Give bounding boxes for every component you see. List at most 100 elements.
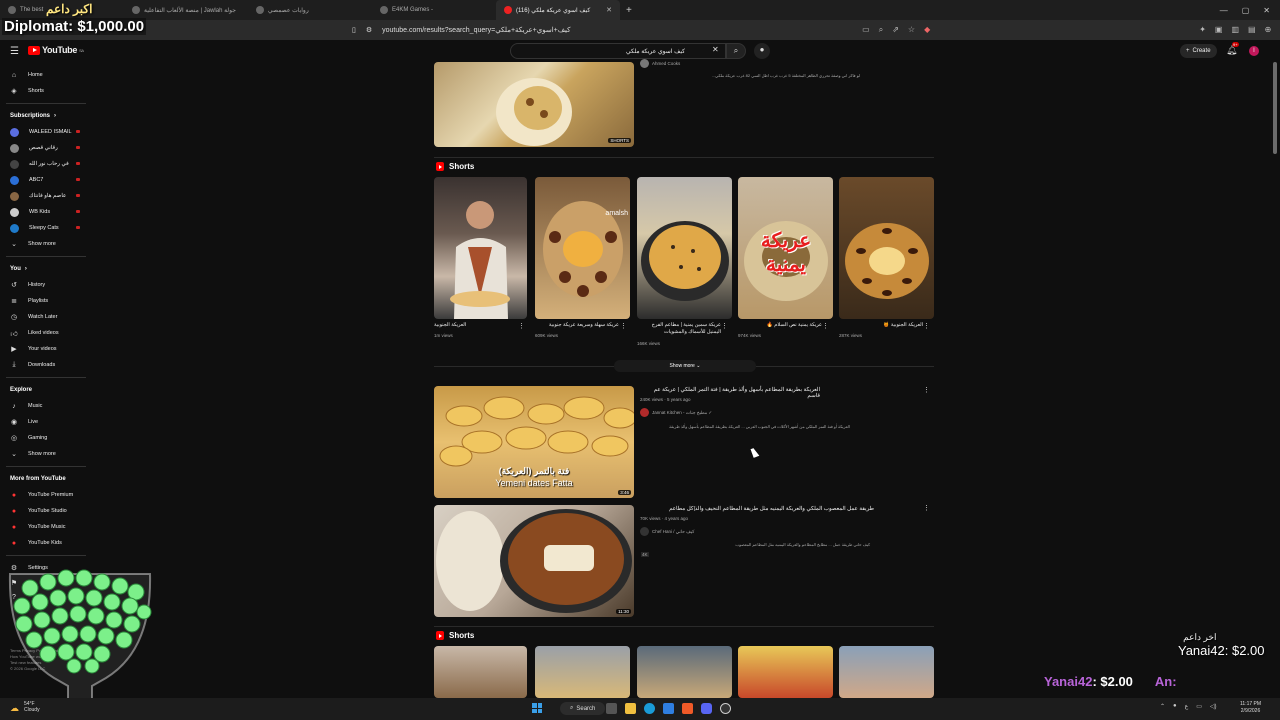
- hamburger-menu-icon[interactable]: ☰: [10, 46, 19, 57]
- sidebar-item-watch-later[interactable]: ◷ Watch Later: [0, 309, 92, 325]
- close-tab-icon[interactable]: ✕: [606, 6, 612, 14]
- sidebar-show-more[interactable]: ⌄ Show more: [0, 236, 92, 252]
- taskbar-clock[interactable]: 11:17 PM 2/9/2026: [1240, 701, 1261, 715]
- short-thumbnail[interactable]: [637, 177, 732, 319]
- sidebar-item-shorts[interactable]: ◈ Shorts: [0, 83, 92, 99]
- search-button[interactable]: ⌕: [726, 43, 746, 59]
- close-window-icon[interactable]: ✕: [1263, 6, 1270, 15]
- discord-icon[interactable]: [701, 703, 712, 714]
- language-icon[interactable]: ع: [1185, 703, 1189, 710]
- more-options-icon[interactable]: ⋮: [923, 386, 930, 394]
- short-thumbnail[interactable]: [535, 646, 630, 698]
- new-tab-button[interactable]: +: [620, 5, 638, 16]
- channel-avatar[interactable]: [640, 527, 649, 536]
- sidebar-item-subscription[interactable]: رقاني قصص: [0, 140, 92, 156]
- sidebar-item-your-videos[interactable]: ▶ Your videos: [0, 341, 92, 357]
- short-thumbnail[interactable]: [839, 646, 934, 698]
- sidebar-item-youtube-music[interactable]: ● YouTube Music: [0, 519, 92, 535]
- url-field[interactable]: youtube.com/results?search_query=كيف+اسو…: [382, 26, 852, 34]
- more-options-icon[interactable]: ⋮: [923, 504, 930, 512]
- channel-avatar[interactable]: [640, 59, 649, 68]
- task-view-icon[interactable]: [606, 703, 617, 714]
- show-more-button[interactable]: Show more ⌄: [614, 360, 756, 372]
- more-options-icon[interactable]: ⋮: [923, 322, 930, 330]
- short-thumbnail[interactable]: [434, 177, 527, 319]
- short-thumbnail[interactable]: [839, 177, 934, 319]
- search-input[interactable]: كيف اسوي عريكة ملكي: [510, 43, 726, 59]
- create-button[interactable]: + Create: [1180, 44, 1217, 58]
- sidebar-item-subscriptions[interactable]: Subscriptions ›: [0, 108, 92, 124]
- short-title[interactable]: العريكة الجنوبية: [434, 322, 518, 329]
- edge-icon[interactable]: [644, 703, 655, 714]
- store-icon[interactable]: [663, 703, 674, 714]
- channel-avatar[interactable]: [640, 408, 649, 417]
- video-thumbnail[interactable]: 11:30: [434, 505, 634, 617]
- shield-icon[interactable]: ◆: [924, 25, 930, 35]
- sidebar-item-subscription[interactable]: WB Kids: [0, 204, 92, 220]
- sidebar-item-youtube-kids[interactable]: ● YouTube Kids: [0, 535, 92, 551]
- network-icon[interactable]: ▭: [1196, 703, 1202, 710]
- brave-icon[interactable]: [682, 703, 693, 714]
- short-title[interactable]: العريكة الجنوبية 🍯: [839, 322, 923, 329]
- video-thumbnail[interactable]: فتة بالتمر (العريكة) Yemeni dates Fatta …: [434, 386, 634, 498]
- video-thumbnail[interactable]: SHORTS: [434, 62, 634, 147]
- page-scrollbar[interactable]: [1272, 62, 1278, 702]
- short-thumbnail[interactable]: عريكة يمنية: [738, 177, 833, 319]
- sidebar-item-subscription[interactable]: عاصم هاو فانتاك: [0, 188, 92, 204]
- maximize-icon[interactable]: ▢: [1242, 6, 1250, 15]
- sidebar-item-subscription[interactable]: Sleepy Cats: [0, 220, 92, 236]
- sidebar-item-playlists[interactable]: ≣ Playlists: [0, 293, 92, 309]
- sidebar-item-youtube-studio[interactable]: ● YouTube Studio: [0, 503, 92, 519]
- sidebar-show-more[interactable]: ⌄ Show more: [0, 446, 92, 462]
- video-title[interactable]: طريقة عمل المعصوب الملكي والعريكة اليمني…: [640, 506, 874, 512]
- channel-name[interactable]: Chef Hani / كيف حاني: [652, 529, 694, 535]
- sidebar-item-home[interactable]: ⌂ Home: [0, 67, 92, 83]
- wallet-icon[interactable]: ▤: [1248, 25, 1256, 35]
- more-options-icon[interactable]: ⋮: [620, 322, 627, 330]
- volume-icon[interactable]: ◁): [1210, 703, 1217, 710]
- short-thumbnail[interactable]: [738, 646, 833, 698]
- account-avatar[interactable]: I: [1249, 46, 1259, 56]
- browser-tab[interactable]: روايات عصمصي: [248, 0, 372, 20]
- more-options-icon[interactable]: ⋮: [518, 322, 525, 330]
- sidebar-item-subscription[interactable]: في رحاب نور الله: [0, 156, 92, 172]
- sidebar-item-youtube-premium[interactable]: ● YouTube Premium: [0, 487, 92, 503]
- youtube-logo[interactable]: YouTube SA: [28, 45, 84, 55]
- sidebar-item-gaming[interactable]: ◎ Gaming: [0, 430, 92, 446]
- sidebar-icon[interactable]: ▥: [1231, 25, 1239, 35]
- taskbar-search-button[interactable]: ⌕ Search: [560, 702, 606, 715]
- more-options-icon[interactable]: ⋮: [822, 322, 829, 330]
- extension-icon[interactable]: ✦: [1199, 25, 1206, 35]
- short-title[interactable]: عريكة سهلة وسريعة عريكة جنوبية: [535, 322, 619, 329]
- vpn-icon[interactable]: ⊕: [1265, 25, 1272, 35]
- voice-search-button[interactable]: ●: [754, 43, 770, 59]
- zoom-icon[interactable]: ⌕: [879, 25, 883, 35]
- browser-tab[interactable]: منصة الألعاب التفاعلية | Jawlah جولة: [124, 0, 248, 20]
- share-icon[interactable]: ⇗: [892, 25, 899, 35]
- obs-icon[interactable]: [720, 703, 731, 714]
- sidebar-item-history[interactable]: ↺ History: [0, 277, 92, 293]
- minimize-icon[interactable]: —: [1220, 6, 1228, 15]
- short-thumbnail[interactable]: amalsh: [535, 177, 630, 319]
- browser-tab[interactable]: E4KM Games -: [372, 0, 496, 20]
- sidebar-item-subscription[interactable]: ABC7: [0, 172, 92, 188]
- star-icon[interactable]: ☆: [908, 25, 915, 35]
- extension-icon[interactable]: ▣: [1215, 25, 1223, 35]
- microphone-icon[interactable]: ●: [1173, 703, 1177, 710]
- sidebar-item-live[interactable]: ◉ Live: [0, 414, 92, 430]
- windows-start-icon[interactable]: [532, 703, 542, 713]
- file-explorer-icon[interactable]: [625, 703, 636, 714]
- sidebar-item-you[interactable]: You ›: [0, 261, 92, 277]
- short-title[interactable]: عريكة يمنية نص السلام 🔥: [738, 322, 822, 329]
- chevron-up-icon[interactable]: ⌃: [1160, 703, 1165, 710]
- sidebar-item-liked-videos[interactable]: 👍︎ Liked videos: [0, 325, 92, 341]
- cast-icon[interactable]: ▭: [862, 25, 870, 35]
- weather-widget[interactable]: 54°F Cloudy: [24, 701, 40, 713]
- channel-name[interactable]: Ahmed Cooks: [652, 61, 680, 66]
- channel-name[interactable]: Jannat Kitchen - مطبخ جنات ✓: [652, 410, 712, 416]
- short-thumbnail[interactable]: [637, 646, 732, 698]
- more-options-icon[interactable]: ⋮: [721, 322, 728, 330]
- scrollbar-thumb[interactable]: [1273, 62, 1277, 154]
- clear-search-icon[interactable]: ✕: [712, 45, 719, 54]
- short-thumbnail[interactable]: [434, 646, 527, 698]
